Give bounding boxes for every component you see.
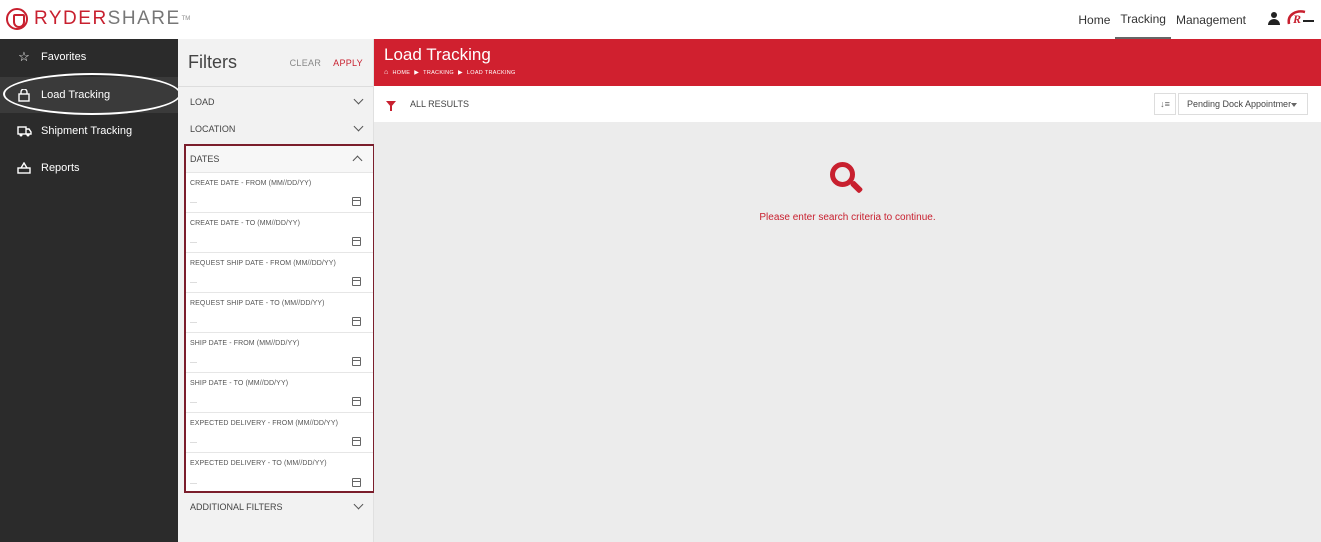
field-label: CREATE DATE - TO (MM//DD/YY) [190,220,301,227]
truck-icon [16,124,32,138]
svg-text:R: R [1292,12,1301,26]
star-icon: ☆ [18,49,30,64]
create-date-to-field[interactable]: CREATE DATE - TO (MM//DD/YY) — [186,213,373,253]
main-content: Load Tracking ⌂ HOME ▶ TRACKING ▶ LOAD T… [374,39,1321,542]
lock-icon [16,88,32,102]
breadcrumb-separator-icon: ▶ [414,70,420,76]
chevron-up-icon [352,155,363,166]
page-title: Load Tracking [384,45,491,64]
calendar-icon[interactable] [352,357,361,366]
filters-title: Filters [188,52,237,72]
date-input[interactable]: — [190,439,197,446]
nav-tracking[interactable]: Tracking [1115,0,1171,39]
section-label: LOCATION [190,124,236,134]
logo-text: RYDERSHARE [34,8,181,29]
breadcrumb-load-tracking: LOAD TRACKING [466,69,516,76]
clear-button[interactable]: CLEAR [290,58,322,68]
sort-dropdown-value: Pending Dock Appointmer [1187,99,1292,109]
sidebar-item-load-tracking[interactable]: Load Tracking [0,77,178,113]
calendar-icon[interactable] [352,397,361,406]
field-label: CREATE DATE - FROM (MM//DD/YY) [190,180,312,187]
field-label: EXPECTED DELIVERY - FROM (MM//DD/YY) [190,420,339,427]
sidebar-item-label: Load Tracking [41,89,111,101]
filter-section-dates: DATES CREATE DATE - FROM (MM//DD/YY) — C… [184,144,375,493]
field-label: SHIP DATE - TO (MM//DD/YY) [190,380,289,387]
field-label: EXPECTED DELIVERY - TO (MM//DD/YY) [190,460,327,467]
request-ship-date-from-field[interactable]: REQUEST SHIP DATE - FROM (MM//DD/YY) — [186,253,373,293]
chevron-down-icon [353,499,364,510]
date-input[interactable]: — [190,239,197,246]
reports-icon [16,161,32,175]
top-header: RYDERSHARE TM Home Tracking Management R [0,0,1321,39]
empty-state-message: Please enter search criteria to continue… [759,212,936,223]
sidebar-item-label: Favorites [41,51,87,63]
sidebar-item-reports[interactable]: Reports [0,150,178,186]
results-toolbar: ALL RESULTS ↓≡ Pending Dock Appointmer [374,86,1321,122]
calendar-icon[interactable] [352,317,361,326]
section-label: LOAD [190,97,215,107]
calendar-icon[interactable] [352,197,361,206]
section-label: DATES [190,154,220,164]
caret-down-icon [1291,103,1297,107]
user-icon[interactable] [1268,12,1280,26]
sidebar-item-label: Shipment Tracking [41,125,133,137]
ship-date-from-field[interactable]: SHIP DATE - FROM (MM//DD/YY) — [186,333,373,373]
request-ship-date-to-field[interactable]: REQUEST SHIP DATE - TO (MM//DD/YY) — [186,293,373,333]
top-nav: Home Tracking Management [1073,0,1251,39]
expected-delivery-to-field[interactable]: EXPECTED DELIVERY - TO (MM//DD/YY) — [186,453,373,493]
sort-dropdown[interactable]: Pending Dock Appointmer [1178,93,1308,115]
calendar-icon[interactable] [352,437,361,446]
breadcrumb-separator-icon: ▶ [457,70,463,76]
breadcrumb: ⌂ HOME ▶ TRACKING ▶ LOAD TRACKING [384,69,1311,76]
sidebar: ☆ Favorites Load Tracking Shipment Track… [0,39,178,542]
home-icon: ⌂ [384,69,389,76]
section-label: ADDITIONAL FILTERS [190,502,283,512]
filters-header: Filters CLEAR APPLY [178,39,373,87]
search-icon [828,160,868,200]
breadcrumb-home[interactable]: HOME [393,70,411,76]
chevron-down-icon [353,94,364,105]
calendar-icon[interactable] [352,237,361,246]
date-input[interactable]: — [190,399,197,406]
date-input[interactable]: — [190,199,197,206]
partner-logo: R [1287,10,1314,26]
date-input[interactable]: — [190,359,197,366]
dates-header[interactable]: DATES [186,146,373,173]
calendar-icon[interactable] [352,478,361,487]
logo-trademark: TM [181,16,191,22]
filter-section-load[interactable]: LOAD [178,89,374,115]
date-input[interactable]: — [190,480,197,487]
sidebar-item-favorites[interactable]: ☆ Favorites [0,39,178,75]
nav-management[interactable]: Management [1171,0,1251,39]
filter-section-additional[interactable]: ADDITIONAL FILTERS [178,494,374,520]
empty-state: Please enter search criteria to continue… [374,122,1321,223]
date-input[interactable]: — [190,319,197,326]
calendar-icon[interactable] [352,277,361,286]
sidebar-item-label: Reports [41,162,80,174]
field-label: REQUEST SHIP DATE - FROM (MM//DD/YY) [190,260,336,267]
expected-delivery-from-field[interactable]: EXPECTED DELIVERY - FROM (MM//DD/YY) — [186,413,373,453]
date-input[interactable]: — [190,279,197,286]
ship-date-to-field[interactable]: SHIP DATE - TO (MM//DD/YY) — [186,373,373,413]
sidebar-item-shipment-tracking[interactable]: Shipment Tracking [0,113,178,149]
nav-home[interactable]: Home [1073,0,1115,39]
filter-funnel-icon[interactable] [386,101,396,111]
all-results-label: ALL RESULTS [410,99,470,109]
field-label: REQUEST SHIP DATE - TO (MM//DD/YY) [190,300,325,307]
filter-section-location[interactable]: LOCATION [178,116,374,142]
ryder-share-logo[interactable]: RYDERSHARE TM [6,8,190,30]
breadcrumb-tracking[interactable]: TRACKING [423,70,454,76]
create-date-from-field[interactable]: CREATE DATE - FROM (MM//DD/YY) — [186,173,373,213]
sort-icon[interactable]: ↓≡ [1154,93,1176,115]
page-banner: Load Tracking ⌂ HOME ▶ TRACKING ▶ LOAD T… [374,39,1321,86]
field-label: SHIP DATE - FROM (MM//DD/YY) [190,340,300,347]
chevron-down-icon [353,121,364,132]
ryder-logo-icon [6,8,28,30]
apply-button[interactable]: APPLY [333,58,363,68]
